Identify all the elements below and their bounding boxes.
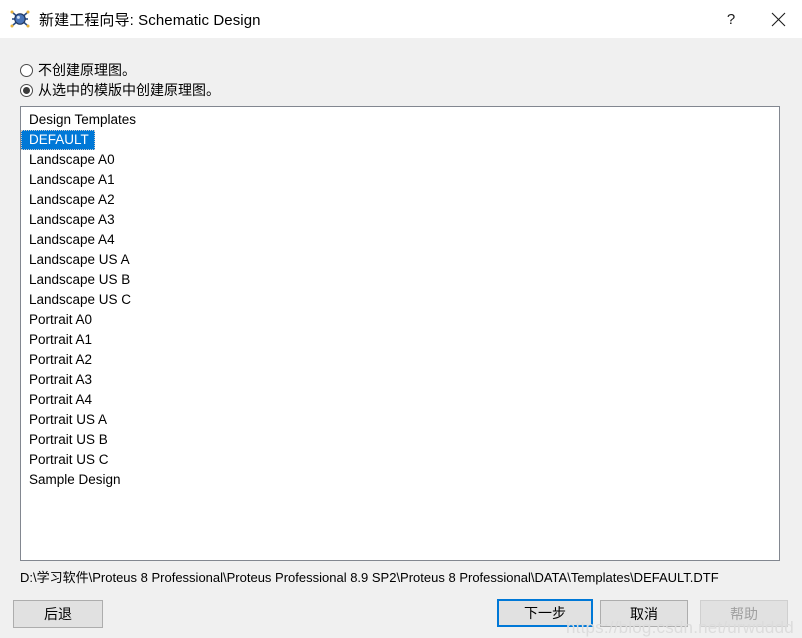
design-templates-listbox[interactable]: Design Templates DEFAULT Landscape A0 La… [20, 106, 780, 561]
radio-indicator-checked[interactable] [20, 83, 33, 97]
title-bar: 新建工程向导: Schematic Design ? [0, 0, 802, 38]
back-button[interactable]: 后退 [13, 600, 103, 628]
list-item[interactable]: Landscape A0 [21, 150, 779, 170]
window-title: 新建工程向导: Schematic Design [39, 11, 261, 29]
list-item[interactable]: Portrait US A [21, 410, 779, 430]
table-row: DEFAULT [21, 130, 779, 150]
next-button[interactable]: 下一步 [497, 599, 593, 627]
list-item[interactable]: Landscape US C [21, 290, 779, 310]
cancel-button[interactable]: 取消 [600, 600, 688, 627]
list-item[interactable]: Landscape US A [21, 250, 779, 270]
dialog-client-area: 不创建原理图。 从选中的模版中创建原理图。 Design Templates D… [0, 38, 802, 638]
radio-label-from-template: 从选中的模版中创建原理图。 [38, 82, 220, 98]
list-item[interactable]: Portrait A4 [21, 390, 779, 410]
list-item[interactable]: Portrait A0 [21, 310, 779, 330]
list-item[interactable]: Portrait A3 [21, 370, 779, 390]
listbox-header: Design Templates [29, 112, 137, 127]
help-titlebar-button[interactable]: ? [708, 0, 754, 38]
selected-template-path: D:\学习软件\Proteus 8 Professional\Proteus P… [20, 570, 719, 585]
list-item[interactable]: Landscape US B [21, 270, 779, 290]
close-icon[interactable] [754, 0, 802, 38]
radio-indicator-unchecked[interactable] [20, 63, 33, 77]
list-item[interactable]: Portrait US C [21, 450, 779, 470]
list-item-selected[interactable]: DEFAULT [21, 130, 95, 150]
list-item[interactable]: Portrait A2 [21, 350, 779, 370]
radio-label-no-schematic: 不创建原理图。 [38, 62, 136, 78]
list-item[interactable]: Portrait A1 [21, 330, 779, 350]
proteus-logo-icon [9, 8, 31, 30]
list-item[interactable]: Landscape A3 [21, 210, 779, 230]
list-item[interactable]: Portrait US B [21, 430, 779, 450]
help-button: 帮助 [700, 600, 788, 627]
radio-option-no-schematic[interactable]: 不创建原理图。 [20, 60, 136, 80]
list-item[interactable]: Landscape A1 [21, 170, 779, 190]
list-item[interactable]: Landscape A2 [21, 190, 779, 210]
radio-option-from-template[interactable]: 从选中的模版中创建原理图。 [20, 80, 220, 100]
list-item[interactable]: Sample Design [21, 470, 779, 490]
list-item[interactable]: Landscape A4 [21, 230, 779, 250]
